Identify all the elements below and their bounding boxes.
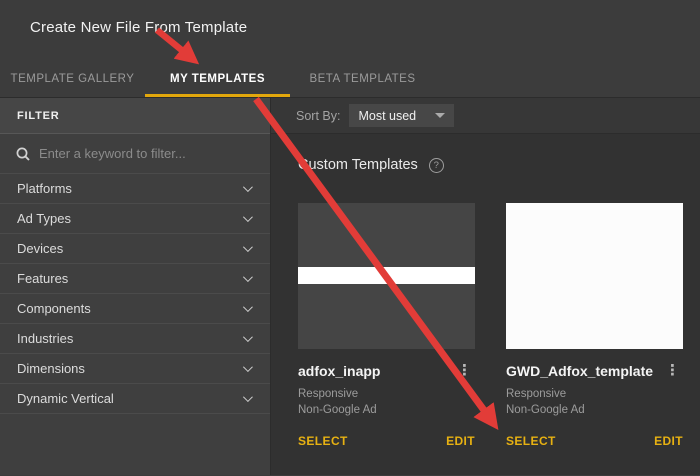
- template-name: adfox_inapp: [298, 363, 380, 379]
- sort-dropdown-value: Most used: [358, 109, 416, 123]
- edit-button[interactable]: EDIT: [446, 434, 475, 448]
- tab-template-gallery[interactable]: TEMPLATE GALLERY: [0, 60, 145, 97]
- chevron-down-icon: [243, 272, 253, 282]
- thumbnail-stripe: [298, 267, 475, 284]
- chevron-down-icon: [243, 392, 253, 402]
- edit-button[interactable]: EDIT: [654, 434, 683, 448]
- help-icon[interactable]: ?: [429, 158, 444, 173]
- sidebar-item-components[interactable]: Components: [0, 294, 270, 324]
- chevron-down-icon: [243, 332, 253, 342]
- sidebar-item-platforms[interactable]: Platforms: [0, 174, 270, 204]
- chevron-down-icon: [243, 212, 253, 222]
- template-meta: Responsive Non-Google Ad: [298, 386, 475, 418]
- search-icon: [16, 147, 30, 161]
- sidebar-item-dimensions[interactable]: Dimensions: [0, 354, 270, 384]
- kebab-menu-icon[interactable]: ⋮: [662, 363, 683, 378]
- template-card-adfox-inapp: adfox_inapp ⋮ Responsive Non-Google Ad S…: [298, 203, 475, 448]
- sort-by-label: Sort By:: [296, 109, 340, 123]
- template-meta: Responsive Non-Google Ad: [506, 386, 683, 418]
- sidebar-item-label: Dimensions: [17, 361, 85, 376]
- sidebar-item-label: Platforms: [17, 181, 72, 196]
- tab-beta-templates[interactable]: BETA TEMPLATES: [290, 60, 435, 97]
- template-thumbnail[interactable]: [506, 203, 683, 349]
- sidebar-item-ad-types[interactable]: Ad Types: [0, 204, 270, 234]
- chevron-down-icon: [243, 302, 253, 312]
- chevron-down-icon: [243, 362, 253, 372]
- title-bar: Create New File From Template: [0, 0, 700, 60]
- tab-my-templates[interactable]: MY TEMPLATES: [145, 60, 290, 97]
- template-card-gwd-adfox-template: GWD_Adfox_template ⋮ Responsive Non-Goog…: [506, 203, 683, 448]
- sidebar-item-devices[interactable]: Devices: [0, 234, 270, 264]
- template-meta-type: Responsive: [506, 386, 683, 402]
- select-button[interactable]: SELECT: [506, 434, 556, 448]
- tab-bar: TEMPLATE GALLERY MY TEMPLATES BETA TEMPL…: [0, 60, 700, 98]
- sidebar-item-label: Features: [17, 271, 68, 286]
- sidebar-item-label: Industries: [17, 331, 73, 346]
- sidebar-item-label: Devices: [17, 241, 63, 256]
- templates-panel: Sort By: Most used Custom Templates ?: [271, 98, 700, 475]
- sidebar-item-label: Components: [17, 301, 91, 316]
- kebab-menu-icon[interactable]: ⋮: [454, 363, 475, 378]
- template-name: GWD_Adfox_template: [506, 363, 653, 379]
- template-meta-type: Responsive: [298, 386, 475, 402]
- templates-body: Custom Templates ? adfox_inapp ⋮ Resp: [271, 134, 700, 475]
- template-meta-adtype: Non-Google Ad: [298, 402, 475, 418]
- dropdown-caret-icon: [435, 113, 445, 118]
- sidebar-item-features[interactable]: Features: [0, 264, 270, 294]
- search-input[interactable]: [39, 146, 270, 161]
- filter-header: FILTER: [0, 98, 270, 134]
- chevron-down-icon: [243, 242, 253, 252]
- filter-sidebar: FILTER Platforms Ad Types Devices: [0, 98, 271, 475]
- filter-label: FILTER: [17, 110, 59, 122]
- chevron-down-icon: [243, 182, 253, 192]
- sidebar-item-label: Dynamic Vertical: [17, 391, 114, 406]
- template-thumbnail[interactable]: [298, 203, 475, 349]
- sidebar-item-industries[interactable]: Industries: [0, 324, 270, 354]
- template-meta-adtype: Non-Google Ad: [506, 402, 683, 418]
- select-button[interactable]: SELECT: [298, 434, 348, 448]
- search-row: [0, 134, 270, 174]
- sort-dropdown[interactable]: Most used: [349, 104, 454, 127]
- sidebar-item-label: Ad Types: [17, 211, 71, 226]
- section-heading: Custom Templates: [298, 157, 418, 173]
- sort-row: Sort By: Most used: [271, 98, 700, 134]
- dialog-content: FILTER Platforms Ad Types Devices: [0, 98, 700, 475]
- template-card-grid: adfox_inapp ⋮ Responsive Non-Google Ad S…: [298, 203, 700, 448]
- page-title: Create New File From Template: [30, 19, 247, 36]
- sidebar-item-dynamic-vertical[interactable]: Dynamic Vertical: [0, 384, 270, 414]
- section-heading-row: Custom Templates ?: [298, 156, 700, 174]
- create-file-dialog: Create New File From Template TEMPLATE G…: [0, 0, 700, 475]
